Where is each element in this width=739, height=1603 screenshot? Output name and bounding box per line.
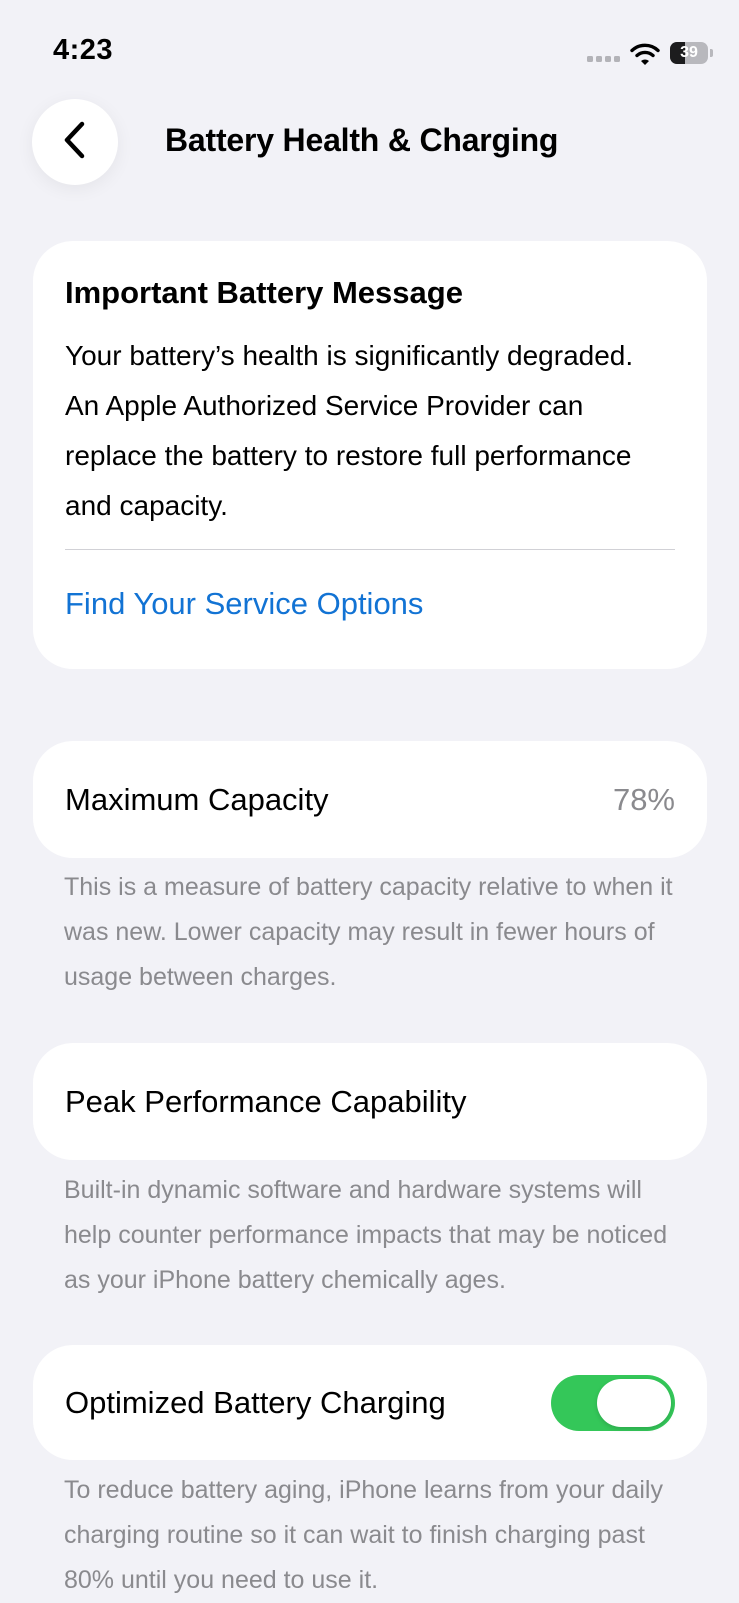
peak-performance-label: Peak Performance Capability xyxy=(65,1083,467,1119)
wifi-icon xyxy=(630,42,660,66)
page-title: Battery Health & Charging xyxy=(165,122,559,158)
optimized-charging-toggle[interactable] xyxy=(551,1374,675,1431)
peak-performance-note: Built-in dynamic software and hardware s… xyxy=(64,1176,668,1294)
optimized-charging-note: To reduce battery aging, iPhone learns f… xyxy=(64,1476,663,1594)
battery-message-card: Important Battery Message Your battery’s… xyxy=(33,241,707,669)
status-bar: 4:23 39 xyxy=(0,0,739,90)
maximum-capacity-value: 78% xyxy=(612,781,675,817)
optimized-charging-label: Optimized Battery Charging xyxy=(65,1384,446,1420)
back-button[interactable] xyxy=(32,99,118,185)
peak-performance-row: Peak Performance Capability xyxy=(33,1043,707,1160)
maximum-capacity-label: Maximum Capacity xyxy=(65,781,329,817)
maximum-capacity-note: This is a measure of battery capacity re… xyxy=(64,873,673,991)
maximum-capacity-row: Maximum Capacity 78% xyxy=(33,741,707,858)
chevron-left-icon xyxy=(60,120,90,165)
status-time: 4:23 xyxy=(53,34,114,66)
signal-icon xyxy=(587,56,622,64)
battery-icon: 39 xyxy=(670,42,714,66)
divider xyxy=(65,549,675,550)
optimized-charging-row: Optimized Battery Charging xyxy=(33,1345,707,1460)
find-service-options-link[interactable]: Find Your Service Options xyxy=(65,584,675,624)
toggle-knob xyxy=(597,1378,671,1427)
message-title: Important Battery Message xyxy=(65,275,463,310)
battery-level-text: 39 xyxy=(680,44,698,61)
message-body: Your battery’s health is significantly d… xyxy=(65,340,634,521)
